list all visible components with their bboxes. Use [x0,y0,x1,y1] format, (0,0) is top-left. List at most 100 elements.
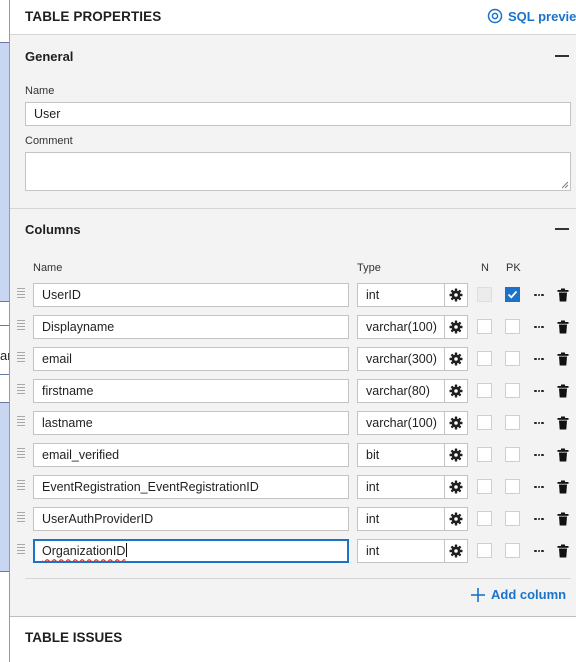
primary-key-checkbox[interactable] [505,287,520,302]
more-options-icon[interactable] [533,448,545,462]
more-options-icon[interactable] [533,384,545,398]
column-name-input[interactable]: UserAuthProviderID [33,507,349,531]
canvas-table-block[interactable] [0,402,9,572]
column-row: firstname varchar(80) [10,378,576,404]
drag-handle-icon[interactable] [17,288,25,302]
column-row: email_verified bit [10,442,576,468]
delete-column-button[interactable] [557,416,569,430]
more-options-icon[interactable] [533,352,545,366]
drag-handle-icon[interactable] [17,544,25,558]
nullable-checkbox[interactable] [477,479,492,494]
sql-preview-button[interactable]: SQL preview [487,8,576,24]
more-options-icon[interactable] [533,416,545,430]
drag-handle-icon[interactable] [17,480,25,494]
type-settings-button[interactable] [444,443,468,467]
delete-column-button[interactable] [557,320,569,334]
column-type-input[interactable]: varchar(100) [357,411,444,435]
delete-column-button[interactable] [557,448,569,462]
drag-handle-icon[interactable] [17,448,25,462]
column-type-input[interactable]: int [357,507,444,531]
more-options-icon[interactable] [533,320,545,334]
column-type-input[interactable]: int [357,475,444,499]
column-type-input[interactable]: varchar(80) [357,379,444,403]
column-name-input[interactable]: Displayname [33,315,349,339]
trash-icon [557,416,569,430]
type-settings-button[interactable] [444,411,468,435]
drag-handle-icon[interactable] [17,416,25,430]
eye-icon [487,8,503,24]
column-type-input[interactable]: int [357,539,444,563]
column-header-type: Type [357,262,381,274]
nullable-checkbox[interactable] [477,383,492,398]
primary-key-checkbox[interactable] [505,447,520,462]
type-settings-button[interactable] [444,539,468,563]
panel-title: TABLE PROPERTIES [25,9,162,24]
more-options-icon[interactable] [533,288,545,302]
column-name-text: Displayname [42,320,115,334]
nullable-checkbox[interactable] [477,287,492,302]
delete-column-button[interactable] [557,480,569,494]
nullable-checkbox[interactable] [477,543,492,558]
column-name-input[interactable]: EventRegistration_EventRegistrationID [33,475,349,499]
primary-key-checkbox[interactable] [505,479,520,494]
column-name-input[interactable]: email_verified [33,443,349,467]
comment-textarea[interactable] [25,152,571,191]
column-name-text: firstname [42,384,94,398]
primary-key-checkbox[interactable] [505,543,520,558]
more-options-icon[interactable] [533,480,545,494]
drag-handle-icon[interactable] [17,320,25,334]
table-issues-section: TABLE ISSUES [10,616,576,662]
column-type-input[interactable]: int [357,283,444,307]
more-options-icon[interactable] [533,544,545,558]
table-issues-title[interactable]: TABLE ISSUES [25,630,122,645]
add-column-button[interactable]: Add column [471,587,566,602]
delete-column-button[interactable] [557,544,569,558]
type-settings-button[interactable] [444,347,468,371]
delete-column-button[interactable] [557,352,569,366]
table-properties-panel: TABLE PROPERTIES SQL preview General Nam… [9,0,576,662]
column-row: Displayname varchar(100) [10,314,576,340]
gear-icon [449,288,463,302]
nullable-checkbox[interactable] [477,351,492,366]
column-type-input[interactable]: bit [357,443,444,467]
type-settings-button[interactable] [444,475,468,499]
column-type-input[interactable]: varchar(100) [357,315,444,339]
canvas-table-block[interactable] [0,42,9,302]
column-name-input[interactable]: lastname [33,411,349,435]
nullable-checkbox[interactable] [477,415,492,430]
column-name-text: UserAuthProviderID [42,512,154,526]
nullable-checkbox[interactable] [477,319,492,334]
drag-handle-icon[interactable] [17,384,25,398]
column-name-text: email [42,352,72,366]
primary-key-checkbox[interactable] [505,319,520,334]
column-row: UserID int [10,282,576,308]
primary-key-checkbox[interactable] [505,511,520,526]
primary-key-checkbox[interactable] [505,351,520,366]
drag-handle-icon[interactable] [17,352,25,366]
more-options-icon[interactable] [533,512,545,526]
column-name-input[interactable]: UserID [33,283,349,307]
type-settings-button[interactable] [444,315,468,339]
collapse-columns-button[interactable] [555,222,569,236]
type-settings-button[interactable] [444,379,468,403]
primary-key-checkbox[interactable] [505,383,520,398]
delete-column-button[interactable] [557,384,569,398]
primary-key-checkbox[interactable] [505,415,520,430]
column-name-input[interactable]: firstname [33,379,349,403]
columns-divider [25,578,571,579]
drag-handle-icon[interactable] [17,512,25,526]
type-settings-button[interactable] [444,283,468,307]
delete-column-button[interactable] [557,512,569,526]
delete-column-button[interactable] [557,288,569,302]
column-name-input[interactable]: OrganizationID [33,539,349,563]
column-type-input[interactable]: varchar(300) [357,347,444,371]
trash-icon [557,480,569,494]
table-name-input[interactable]: User [25,102,571,126]
nullable-checkbox[interactable] [477,447,492,462]
type-settings-button[interactable] [444,507,468,531]
columns-section-title: Columns [25,222,81,237]
nullable-checkbox[interactable] [477,511,492,526]
collapse-general-button[interactable] [555,49,569,63]
resize-grip-icon[interactable] [561,181,569,189]
column-name-input[interactable]: email [33,347,349,371]
